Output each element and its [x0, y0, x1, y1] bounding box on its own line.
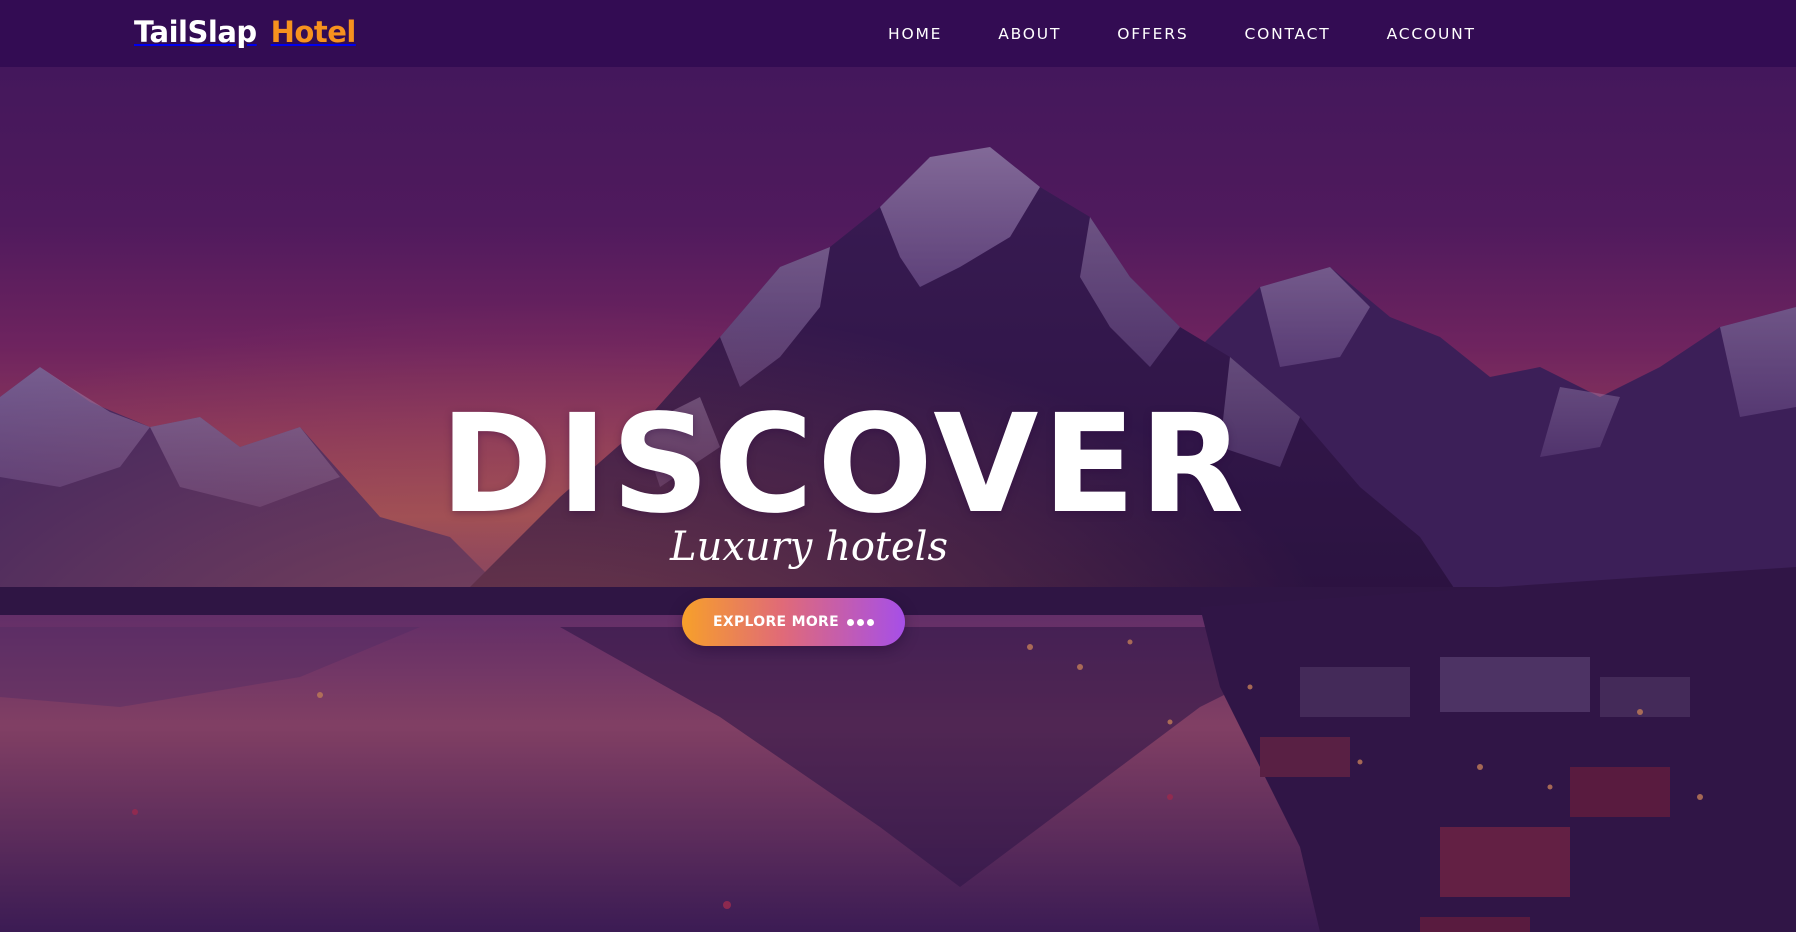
hero-tagline: Luxury hotels: [670, 524, 948, 570]
nav-account-link[interactable]: ACCOUNT: [1387, 22, 1476, 46]
explore-more-button[interactable]: EXPLORE MORE: [682, 598, 905, 646]
nav-contact-link[interactable]: CONTACT: [1244, 22, 1330, 46]
nav-about-link[interactable]: ABOUT: [998, 22, 1061, 46]
nav-offers-link[interactable]: OFFERS: [1117, 22, 1188, 46]
more-dots-icon: [846, 618, 874, 626]
main-nav: HOME ABOUT OFFERS CONTACT ACCOUNT: [888, 22, 1476, 46]
nav-home-link[interactable]: HOME: [888, 22, 942, 46]
top-navbar: TailSlap Hotel HOME ABOUT OFFERS CONTACT …: [0, 0, 1796, 67]
hero-headline: DISCOVER: [440, 386, 1249, 544]
page: TailSlap Hotel HOME ABOUT OFFERS CONTACT …: [0, 0, 1796, 932]
brand-name-primary: TailSlap: [134, 15, 257, 49]
brand-name-accent: Hotel: [270, 15, 357, 49]
explore-more-label: EXPLORE MORE: [713, 614, 839, 630]
brand-logo[interactable]: TailSlap Hotel: [134, 12, 356, 52]
